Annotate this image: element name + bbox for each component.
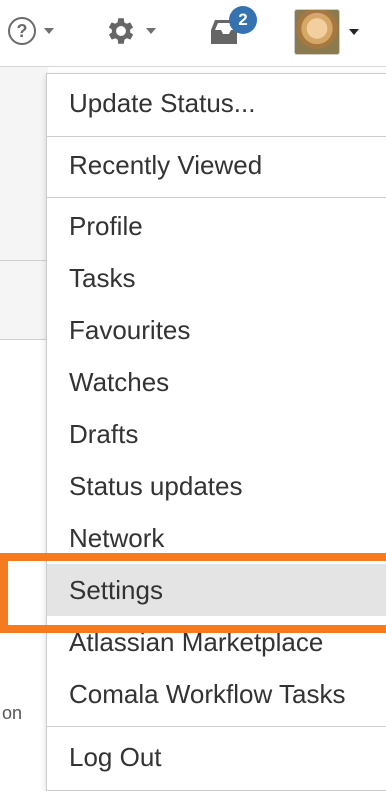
menu-item-comala-workflow-tasks[interactable]: Comala Workflow Tasks: [47, 668, 386, 720]
menu-item-update-status[interactable]: Update Status...: [47, 77, 386, 129]
menu-item-log-out[interactable]: Log Out: [47, 731, 386, 783]
menu-item-favourites[interactable]: Favourites: [47, 304, 386, 356]
menu-item-watches[interactable]: Watches: [47, 356, 386, 408]
menu-item-tasks[interactable]: Tasks: [47, 252, 386, 304]
menu-separator: [47, 136, 386, 137]
menu-item-profile[interactable]: Profile: [47, 200, 386, 252]
menu-item-recently-viewed[interactable]: Recently Viewed: [47, 139, 386, 191]
page-content-strip: [0, 67, 48, 791]
user-dropdown-menu: Update Status... Recently Viewed Profile…: [46, 73, 386, 791]
menu-item-atlassian-marketplace[interactable]: Atlassian Marketplace: [47, 616, 386, 668]
top-header: ? 2: [0, 0, 386, 66]
page-panel: [0, 67, 48, 339]
menu-item-network[interactable]: Network: [47, 512, 386, 564]
divider: [0, 339, 48, 340]
user-menu-button[interactable]: [294, 8, 359, 56]
divider: [0, 260, 48, 261]
chevron-down-icon: [146, 28, 156, 34]
help-menu-button[interactable]: ?: [8, 14, 54, 48]
avatar: [294, 9, 340, 55]
menu-item-settings[interactable]: Settings: [47, 564, 386, 616]
help-icon: ?: [8, 17, 36, 45]
settings-menu-button[interactable]: [104, 14, 156, 48]
notification-count-badge: 2: [229, 6, 257, 34]
notifications-button[interactable]: 2: [209, 6, 265, 50]
chevron-down-icon: [349, 29, 359, 35]
chevron-down-icon: [44, 28, 54, 34]
gear-icon: [108, 18, 134, 44]
header-divider: [0, 66, 386, 67]
menu-separator: [47, 197, 386, 198]
menu-separator: [47, 726, 386, 727]
menu-item-status-updates[interactable]: Status updates: [47, 460, 386, 512]
menu-item-drafts[interactable]: Drafts: [47, 408, 386, 460]
page-partial-text: on: [2, 703, 23, 723]
